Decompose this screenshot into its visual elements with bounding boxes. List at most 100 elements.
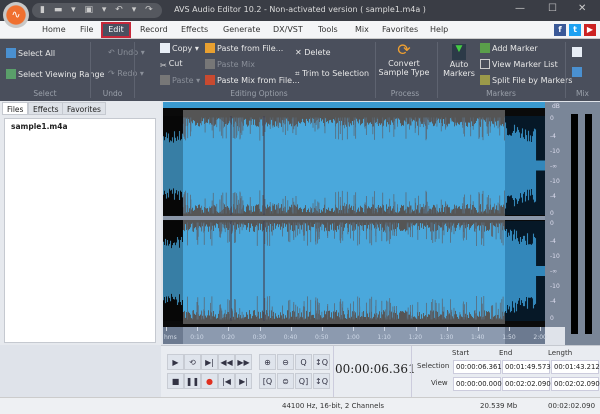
app-logo-icon[interactable]: ∿ [3, 2, 29, 28]
timeline-ruler[interactable]: hms0:100:200:300:400:501:001:101:201:301… [163, 327, 545, 344]
db-label: -4 [550, 193, 556, 200]
ruler-selection [183, 327, 505, 344]
menu-favorites[interactable]: Favorites [382, 25, 418, 34]
menu-generate[interactable]: Generate [223, 25, 260, 34]
quick-access-toolbar[interactable]: ▮ ▬ ▾ ▣ ▾ ↶ ▾ ↷ ▾ [32, 3, 162, 18]
waveform[interactable] [163, 102, 545, 327]
status-size: 20.539 Mb [480, 402, 517, 410]
select-all-button[interactable]: Select All [6, 48, 55, 58]
file-item[interactable]: sample1.m4a [11, 122, 149, 131]
db-label: 0 [550, 315, 554, 322]
menu-record[interactable]: Record [140, 25, 168, 34]
zoom-full-icon[interactable]: Q [295, 354, 312, 370]
delete-button[interactable]: ✕ Delete [295, 48, 331, 57]
zoom-vertical-out-icon[interactable]: ↕Q [313, 373, 330, 389]
play-to-end-button[interactable]: ▶| [201, 354, 218, 370]
mix-add-button[interactable] [572, 47, 584, 57]
window-title: AVS Audio Editor 10.2 - Non-activated ve… [170, 5, 430, 14]
paste-mix-icon [205, 59, 215, 69]
add-marker-icon [480, 43, 490, 53]
db-label: 0 [550, 115, 554, 122]
unselected-left [163, 116, 183, 215]
menu-mix[interactable]: Mix [355, 25, 369, 34]
menu-effects[interactable]: Effects [181, 25, 208, 34]
list-icon [480, 59, 490, 69]
mix-range-button[interactable] [572, 67, 584, 77]
level-meters [565, 102, 600, 345]
db-scale: dB 00-4-4-10-10-∞-∞-10-10-4-400 [545, 102, 565, 327]
play-button[interactable]: ▶ [167, 354, 184, 370]
selection-start-field[interactable]: 00:00:06.361 [453, 360, 501, 374]
forward-button[interactable]: ▶▶ [235, 354, 252, 370]
select-range-icon [6, 69, 16, 79]
copy-button[interactable]: Copy ▾ [160, 43, 199, 53]
twitter-icon[interactable]: t [569, 24, 581, 36]
close-button[interactable]: ✕ [578, 3, 586, 14]
loop-button[interactable]: ⟲ [184, 354, 201, 370]
maximize-button[interactable]: ☐ [548, 3, 557, 14]
split-icon [480, 75, 490, 85]
db-label: -10 [550, 283, 560, 290]
menu-help[interactable]: Help [430, 25, 448, 34]
mix-file-icon [572, 47, 582, 57]
paste-from-file-button[interactable]: Paste from File... [205, 43, 283, 53]
unselected-right [505, 221, 545, 321]
group-label-mix: Mix [565, 89, 600, 98]
db-unit: dB [552, 103, 560, 110]
ruler-tick [540, 327, 541, 331]
db-label: -4 [550, 133, 556, 140]
selection-end-field[interactable]: 00:01:49.573 [502, 360, 550, 374]
paste-button[interactable]: Paste ▾ [160, 75, 200, 85]
tab-effects[interactable]: Effects [28, 102, 64, 115]
selection-length-field[interactable]: 00:01:43.212 [551, 360, 599, 374]
zoom-out-icon[interactable]: ⊖ [277, 354, 294, 370]
convert-icon: ⟳ [378, 41, 430, 59]
go-start-button[interactable]: |◀ [218, 373, 235, 389]
header-end: End [499, 349, 512, 357]
convert-sample-type-button[interactable]: ⟳ Convert Sample Type [378, 41, 430, 77]
record-button[interactable]: ● [201, 373, 218, 389]
auto-markers-button[interactable]: ▼ Auto Markers [442, 44, 476, 78]
redo-button[interactable]: ↷ Redo ▾ [108, 69, 144, 78]
undo-button[interactable]: ↶ Undo ▾ [108, 48, 145, 57]
menu-tools[interactable]: Tools [318, 25, 338, 34]
facebook-icon[interactable]: f [554, 24, 566, 36]
rewind-button[interactable]: ◀◀ [218, 354, 235, 370]
view-length-field[interactable]: 00:02:02.090 [551, 377, 599, 391]
ruler-tick [509, 327, 510, 331]
minimize-button[interactable]: — [515, 3, 525, 14]
cut-button[interactable]: ✂Cut [160, 59, 183, 71]
zoom-in-icon[interactable]: ⊕ [259, 354, 276, 370]
tab-files[interactable]: Files [2, 102, 28, 115]
auto-markers-icon: ▼ [452, 44, 466, 60]
tab-favorites[interactable]: Favorites [62, 102, 106, 115]
go-end-button[interactable]: ▶| [235, 373, 252, 389]
ruler-tick [166, 327, 167, 331]
view-marker-list-button[interactable]: View Marker List [480, 59, 558, 69]
zoom-vertical-icon[interactable]: ↕Q [313, 354, 330, 370]
view-start-field[interactable]: 00:00:00.000 [453, 377, 501, 391]
zoom-selection-icon[interactable]: ⊜ [277, 373, 294, 389]
trim-button[interactable]: ⌗ Trim to Selection [295, 69, 369, 79]
menu-bar: Home File Edit Record Effects Generate D… [0, 21, 600, 39]
overview-bar [163, 102, 545, 108]
db-label: 0 [550, 210, 554, 217]
stop-button[interactable]: ■ [167, 373, 184, 389]
menu-dxvst[interactable]: DX/VST [273, 25, 303, 34]
title-bar: ▮ ▬ ▾ ▣ ▾ ↶ ▾ ↷ ▾ AVS Audio Editor 10.2 … [0, 0, 600, 21]
view-end-field[interactable]: 00:02:02.090 [502, 377, 550, 391]
paste-mix-button[interactable]: Paste Mix [205, 59, 255, 69]
menu-home[interactable]: Home [42, 25, 66, 34]
add-marker-button[interactable]: Add Marker [480, 43, 538, 53]
waveform-view[interactable] [163, 102, 545, 327]
status-duration: 00:02:02.090 [548, 402, 595, 410]
channel-divider [163, 216, 545, 220]
split-file-button[interactable]: Split File by Markers [480, 75, 572, 85]
pause-button[interactable]: ❚❚ [184, 373, 201, 389]
menu-edit[interactable]: Edit [101, 22, 131, 38]
zoom-left-icon[interactable]: [Q [259, 373, 276, 389]
zoom-right-icon[interactable]: Q] [295, 373, 312, 389]
paste-mix-from-file-button[interactable]: Paste Mix from File... [205, 75, 300, 85]
menu-file[interactable]: File [80, 25, 93, 34]
youtube-icon[interactable]: ▶ [584, 24, 596, 36]
